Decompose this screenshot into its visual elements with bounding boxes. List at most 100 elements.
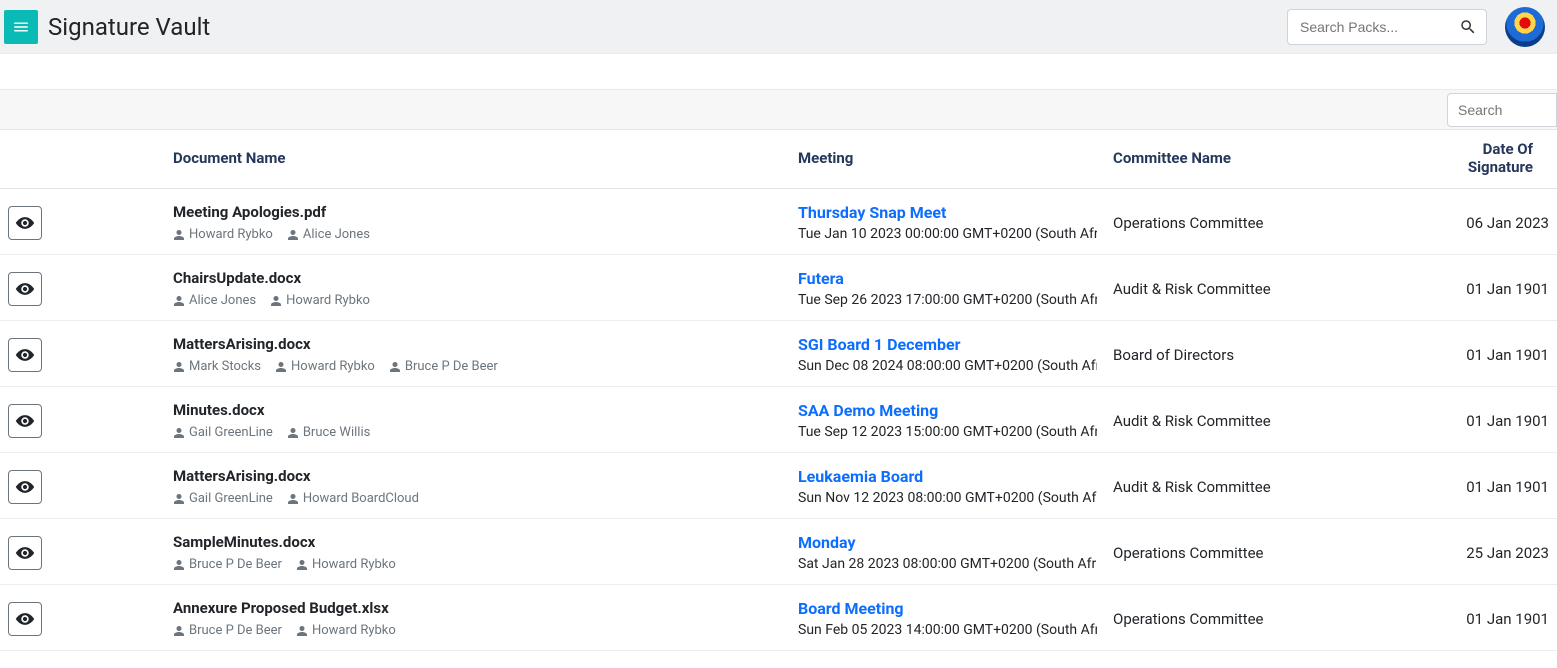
signer-name: Bruce P De Beer <box>189 623 282 638</box>
meeting-link[interactable]: Futera <box>798 269 1097 288</box>
eye-icon <box>15 213 35 233</box>
table-row: Annexure Proposed Budget.xlsxBruce P De … <box>0 585 1557 651</box>
view-button[interactable] <box>8 536 42 570</box>
person-icon <box>296 625 308 637</box>
meeting-time: Sun Nov 12 2023 08:00:00 GMT+0200 (South… <box>798 490 1097 506</box>
signer: Bruce P De Beer <box>389 359 498 374</box>
meeting-link[interactable]: SAA Demo Meeting <box>798 401 1097 420</box>
cell-meeting: MondaySat Jan 28 2023 08:00:00 GMT+0200 … <box>790 519 1105 585</box>
col-header-meeting[interactable]: Meeting <box>790 130 1105 189</box>
table-row: Minutes.docxGail GreenLineBruce WillisSA… <box>0 387 1557 453</box>
col-header-committee[interactable]: Committee Name <box>1105 130 1420 189</box>
search-packs-wrapper <box>1287 9 1487 45</box>
cell-view <box>0 255 165 321</box>
cell-document: Minutes.docxGail GreenLineBruce Willis <box>165 387 790 453</box>
cell-document: Annexure Proposed Budget.xlsxBruce P De … <box>165 585 790 651</box>
view-button[interactable] <box>8 602 42 636</box>
meeting-link[interactable]: Board Meeting <box>798 599 1097 618</box>
signers-list: Howard Rybko Alice Jones <box>173 227 782 242</box>
signer: Howard Rybko <box>173 227 273 242</box>
view-button[interactable] <box>8 338 42 372</box>
cell-view <box>0 519 165 585</box>
col-header-date[interactable]: Date Of Signature <box>1420 130 1557 189</box>
signer-name: Bruce Willis <box>303 425 370 440</box>
hamburger-button[interactable] <box>4 10 38 44</box>
signer-name: Bruce P De Beer <box>189 557 282 572</box>
person-icon <box>173 427 185 439</box>
signer-name: Howard BoardCloud <box>303 491 419 506</box>
table-row: MattersArising.docx Gail GreenLine Howard … <box>0 453 1557 519</box>
cell-view <box>0 189 165 255</box>
cell-document: Meeting Apologies.pdf Howard Rybko Alice J… <box>165 189 790 255</box>
meeting-link[interactable]: Leukaemia Board <box>798 467 1097 486</box>
signer: Howard Rybko <box>296 557 396 572</box>
view-button[interactable] <box>8 206 42 240</box>
person-icon <box>173 229 185 241</box>
cell-view <box>0 585 165 651</box>
cell-date: 01 Jan 1901 <box>1420 585 1557 651</box>
signer: Alice Jones <box>173 293 256 308</box>
signer-name: Howard Rybko <box>286 293 370 308</box>
cell-committee: Audit & Risk Committee <box>1105 387 1420 453</box>
signer-name: Howard Rybko <box>291 359 375 374</box>
cell-view <box>0 387 165 453</box>
cell-document: MattersArising.docx Mark Stocks Howard Ryb… <box>165 321 790 387</box>
spacer-strip <box>0 54 1557 90</box>
cell-meeting: Board MeetingSun Feb 05 2023 14:00:00 GM… <box>790 585 1105 651</box>
document-name: SampleMinutes.docx <box>173 533 782 551</box>
cell-committee: Board of Directors <box>1105 321 1420 387</box>
signer: Gail GreenLine <box>173 491 273 506</box>
view-button[interactable] <box>8 404 42 438</box>
table-row: ChairsUpdate.docxAlice JonesHoward Rybko… <box>0 255 1557 321</box>
signer-name: Bruce P De Beer <box>405 359 498 374</box>
person-icon <box>287 427 299 439</box>
person-icon <box>389 361 401 373</box>
signer: Mark Stocks <box>173 359 261 374</box>
cell-view <box>0 453 165 519</box>
signer: Gail GreenLine <box>173 425 273 440</box>
signer: Bruce P De Beer <box>173 623 282 638</box>
signer-name: Gail GreenLine <box>189 425 273 440</box>
signer: Howard Rybko <box>296 623 396 638</box>
cell-view <box>0 321 165 387</box>
user-avatar[interactable] <box>1505 7 1545 47</box>
cell-date: 01 Jan 1901 <box>1420 453 1557 519</box>
person-icon <box>270 295 282 307</box>
filter-row <box>0 90 1557 130</box>
search-packs-input[interactable] <box>1287 9 1487 45</box>
col-header-doc[interactable]: Document Name <box>165 130 790 189</box>
signers-list: Gail GreenLine Bruce Willis <box>173 425 782 440</box>
eye-icon <box>15 609 35 629</box>
cell-date: 01 Jan 1901 <box>1420 321 1557 387</box>
cell-date: 01 Jan 1901 <box>1420 387 1557 453</box>
cell-committee: Operations Committee <box>1105 189 1420 255</box>
signer-name: Howard Rybko <box>312 623 396 638</box>
meeting-time: Tue Sep 26 2023 17:00:00 GMT+0200 (South… <box>798 292 1097 308</box>
cell-meeting: Futera Tue Sep 26 2023 17:00:00 GMT+0200 … <box>790 255 1105 321</box>
person-icon <box>173 361 185 373</box>
document-name: MattersArising.docx <box>173 467 782 485</box>
meeting-link[interactable]: Monday <box>798 533 1097 552</box>
document-name: MattersArising.docx <box>173 335 782 353</box>
cell-date: 06 Jan 2023 <box>1420 189 1557 255</box>
view-button[interactable] <box>8 272 42 306</box>
meeting-time: Tue Jan 10 2023 00:00:00 GMT+0200 (South… <box>798 226 1097 242</box>
view-button[interactable] <box>8 470 42 504</box>
signer: Howard Rybko <box>270 293 370 308</box>
cell-committee: Operations Committee <box>1105 585 1420 651</box>
cell-committee: Operations Committee <box>1105 519 1420 585</box>
table-search-input[interactable] <box>1447 93 1557 127</box>
document-name: Meeting Apologies.pdf <box>173 203 782 221</box>
signers-list: Mark Stocks Howard Rybko Bruce P De Beer <box>173 359 782 374</box>
meeting-link[interactable]: SGI Board 1 December <box>798 335 1097 354</box>
table-header-row: Document Name Meeting Committee Name Dat… <box>0 130 1557 189</box>
signer: Alice Jones <box>287 227 370 242</box>
signer: Bruce Willis <box>287 425 370 440</box>
page-title: Signature Vault <box>48 13 210 41</box>
menu-icon <box>12 18 30 36</box>
signer-name: Howard Rybko <box>189 227 273 242</box>
cell-meeting: Thursday Snap Meet Tue Jan 10 2023 00:00:… <box>790 189 1105 255</box>
person-icon <box>287 493 299 505</box>
meeting-link[interactable]: Thursday Snap Meet <box>798 203 1097 222</box>
signer-name: Alice Jones <box>189 293 256 308</box>
